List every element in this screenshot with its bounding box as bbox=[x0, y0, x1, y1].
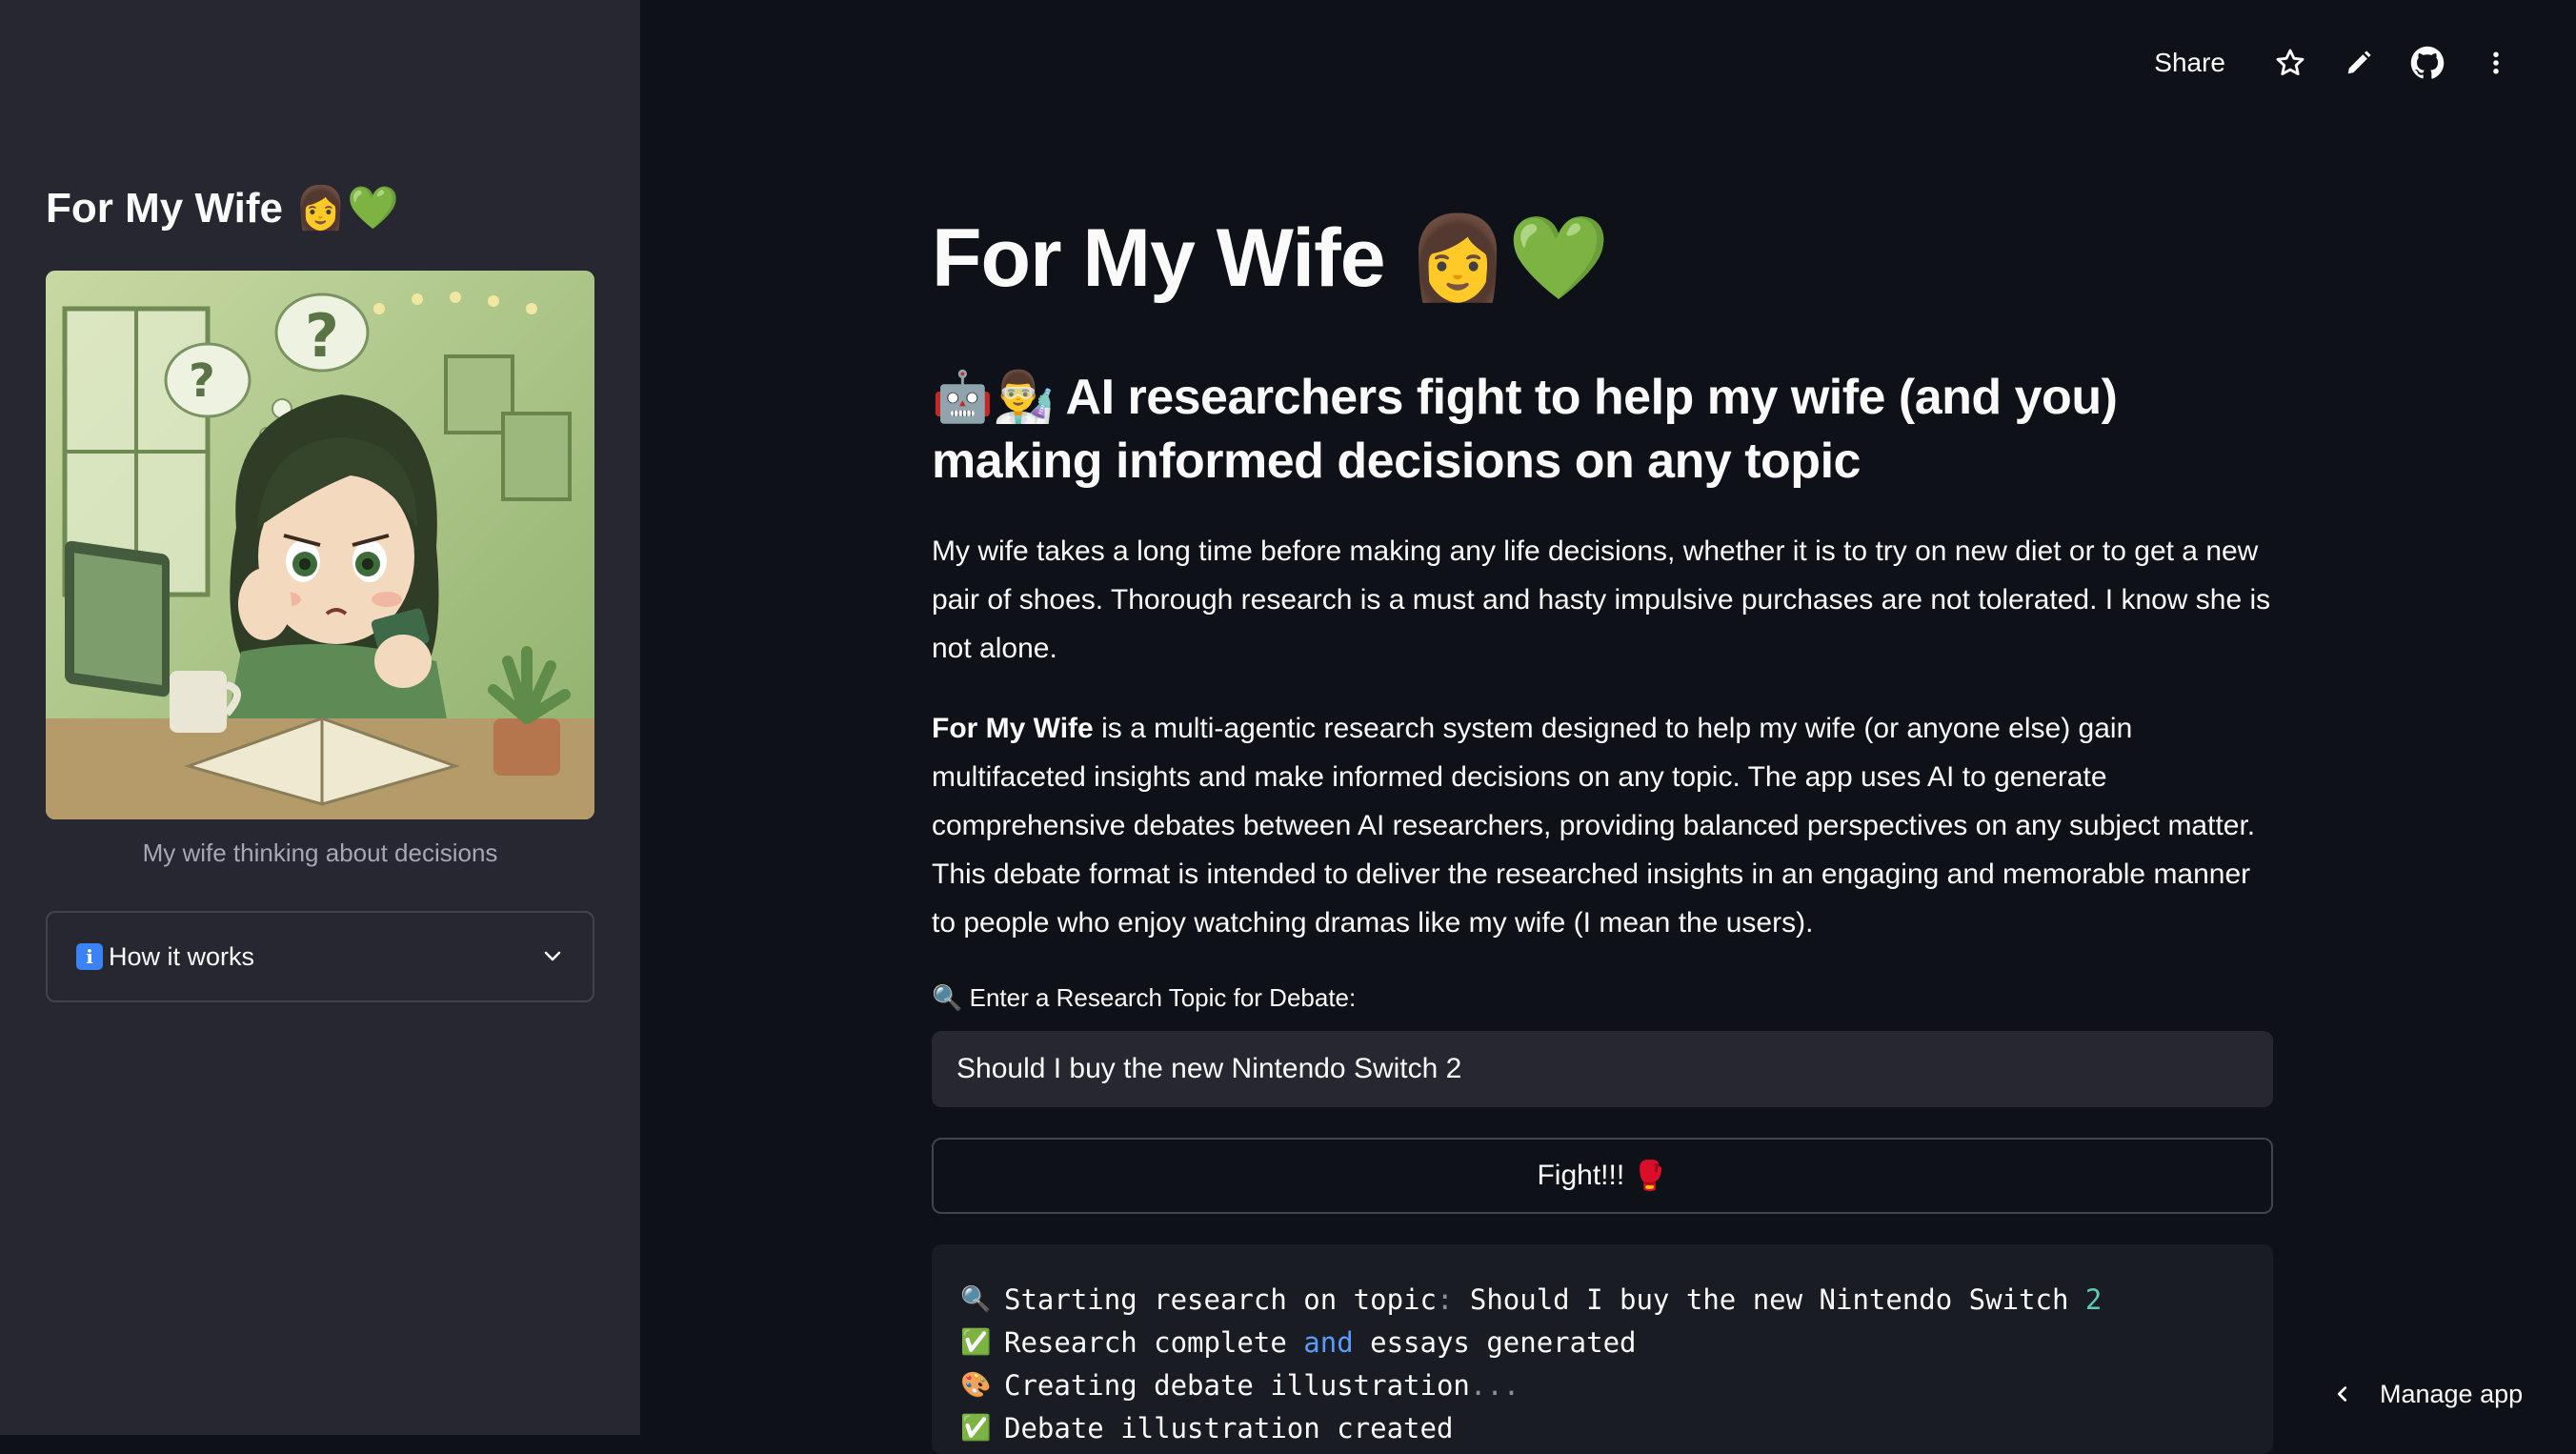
topic-input[interactable] bbox=[932, 1031, 2273, 1107]
log-line: 🎨Creating debate illustration... bbox=[960, 1364, 2244, 1407]
pencil-icon[interactable] bbox=[2324, 34, 2393, 91]
more-vertical-icon[interactable] bbox=[2462, 34, 2530, 91]
research-log: 🔍Starting research on topic: Should I bu… bbox=[932, 1244, 2273, 1454]
search-icon: 🔍 bbox=[960, 1279, 1004, 1322]
page-title: For My Wife 👩💚 bbox=[932, 213, 1609, 304]
intro-paragraph: My wife takes a long time before making … bbox=[932, 527, 2273, 673]
description-text: is a multi-agentic research system desig… bbox=[932, 713, 2255, 939]
app-name-bold: For My Wife bbox=[932, 713, 1094, 744]
svg-text:?: ? bbox=[189, 354, 215, 408]
palette-icon: 🎨 bbox=[960, 1364, 1004, 1407]
info-icon: i bbox=[76, 943, 103, 970]
svg-text:?: ? bbox=[305, 301, 339, 371]
how-it-works-expander[interactable]: i How it works bbox=[46, 911, 594, 1002]
header-toolbar: Share bbox=[2154, 34, 2530, 91]
share-button[interactable]: Share bbox=[2154, 48, 2225, 78]
image-caption: My wife thinking about decisions bbox=[46, 838, 594, 868]
boxing-glove-icon: 🥊 bbox=[1632, 1160, 1667, 1193]
sidebar: For My Wife 👩💚 ? ? bbox=[0, 0, 640, 1435]
topic-input-label: 🔍 Enter a Research Topic for Debate: bbox=[932, 983, 1356, 1013]
fight-button-label: Fight!!! bbox=[1537, 1160, 1624, 1192]
magnifier-icon: 🔍 bbox=[932, 983, 962, 1012]
fight-button[interactable]: Fight!!! 🥊 bbox=[932, 1138, 2273, 1214]
page-subtitle: 🤖👨‍🔬 AI researchers fight to help my wif… bbox=[932, 366, 2273, 494]
log-line: ✅Debate illustration created bbox=[960, 1407, 2244, 1450]
description-paragraph: For My Wife is a multi-agentic research … bbox=[932, 704, 2273, 947]
check-icon: ✅ bbox=[960, 1407, 1004, 1450]
chevron-down-icon bbox=[541, 945, 564, 968]
manage-app-button[interactable]: Manage app bbox=[2294, 1353, 2576, 1435]
sidebar-title: For My Wife 👩💚 bbox=[46, 183, 399, 232]
log-line: 🔍Starting research on topic: Should I bu… bbox=[960, 1279, 2244, 1322]
github-icon[interactable] bbox=[2393, 34, 2462, 91]
log-line: ✅Research complete and essays generated bbox=[960, 1322, 2244, 1364]
star-icon[interactable] bbox=[2256, 34, 2324, 91]
chevron-left-icon bbox=[2332, 1383, 2353, 1404]
wife-illustration: ? ? bbox=[46, 271, 594, 819]
manage-app-label: Manage app bbox=[2380, 1380, 2523, 1409]
check-icon: ✅ bbox=[960, 1322, 1004, 1364]
expander-label: How it works bbox=[109, 942, 541, 972]
